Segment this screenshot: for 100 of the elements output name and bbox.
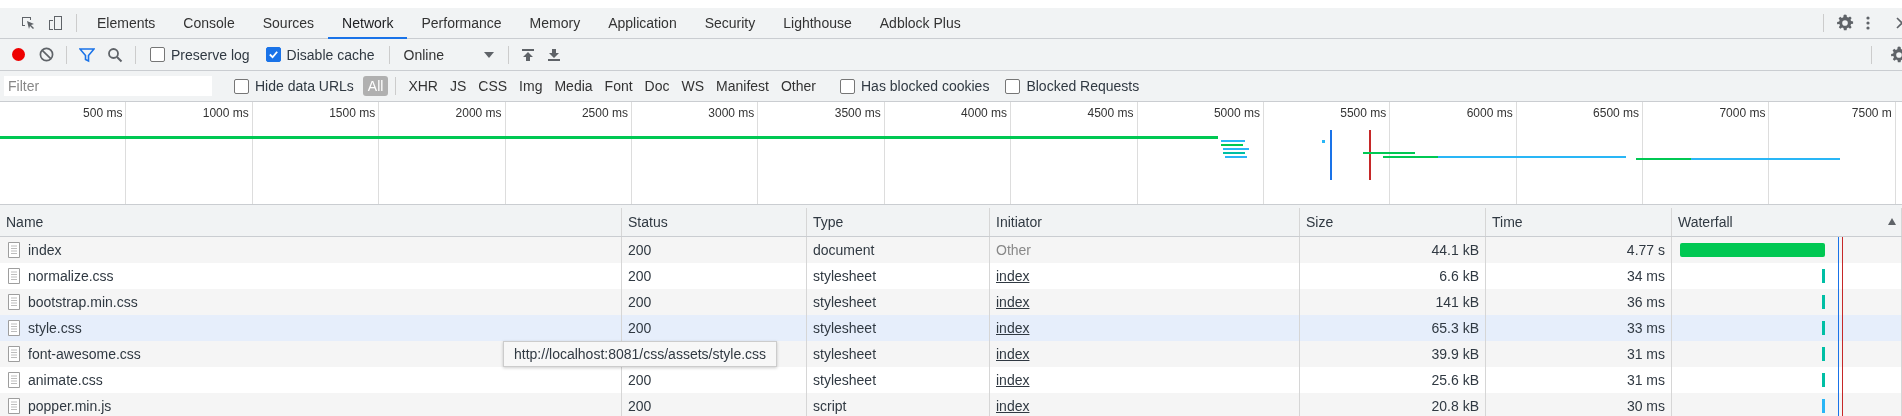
checkbox-label: Blocked Requests [1026, 78, 1140, 94]
size-value: 65.3 kB [1431, 320, 1479, 336]
checkbox[interactable] [234, 78, 249, 94]
file-icon [8, 268, 20, 284]
panel-tab[interactable]: Performance [407, 9, 516, 39]
request-row[interactable]: bootstrap.min.css 200 stylesheet index 141 kB 36 ms [0, 289, 1902, 315]
time-tick-label: 2000 ms [455, 106, 502, 120]
time-tick-label: 500 ms [83, 106, 123, 120]
initiator-link[interactable]: index [996, 320, 1030, 336]
search-icon[interactable] [107, 46, 123, 63]
time-tick-label: 1500 ms [329, 106, 376, 120]
type-filter-button[interactable]: Other [776, 76, 821, 96]
more-options-icon[interactable] [1866, 15, 1870, 31]
time-tick-label: 7000 ms [1719, 106, 1766, 120]
resource-type: stylesheet [813, 372, 877, 388]
sort-ascending-icon [1888, 218, 1896, 225]
initiator-link[interactable]: index [996, 268, 1030, 284]
resource-type: script [813, 398, 847, 414]
initiator-link[interactable]: index [996, 346, 1030, 362]
status-code: 200 [628, 268, 652, 284]
time-value: 30 ms [1626, 398, 1665, 414]
initiator-link[interactable]: index [996, 372, 1030, 388]
type-filter-button[interactable]: Img [514, 76, 548, 96]
resource-type: stylesheet [813, 320, 877, 336]
panel-tab[interactable]: Lighthouse [769, 9, 866, 39]
checkbox[interactable] [1005, 78, 1021, 94]
request-name: style.css [28, 320, 82, 336]
filter-icon[interactable] [79, 46, 95, 63]
time-tick-label: 2500 ms [581, 106, 628, 120]
settings-icon[interactable] [1890, 45, 1902, 64]
column-header[interactable]: Size [1300, 208, 1486, 236]
size-value: 25.6 kB [1431, 372, 1479, 388]
type-filter-button[interactable]: JS [444, 76, 472, 96]
time-value: 4.77 s [1626, 242, 1665, 258]
panel-tab[interactable]: Application [594, 9, 691, 39]
checkbox-label: Disable cache [286, 46, 375, 63]
time-tick-label: 5500 ms [1340, 106, 1387, 120]
device-toolbar-icon[interactable] [48, 15, 64, 31]
column-header[interactable]: Time [1486, 208, 1672, 236]
type-filter-button[interactable]: Font [599, 76, 638, 96]
request-row[interactable]: index 200 document Other 44.1 kB 4.77 s [0, 237, 1902, 263]
tooltip: http://localhost:8081/css/assets/style.css [503, 341, 778, 367]
request-row[interactable]: popper.min.js 200 script index 20.8 kB 30 ms [0, 393, 1902, 416]
resource-type: stylesheet [813, 294, 877, 310]
time-tick-label: 4000 ms [961, 106, 1008, 120]
clear-icon[interactable] [39, 47, 54, 62]
record-button[interactable] [12, 48, 25, 61]
request-name: normalize.css [28, 268, 114, 284]
size-value: 39.9 kB [1431, 346, 1479, 362]
time-value: 31 ms [1626, 372, 1665, 388]
checkbox-label: Has blocked cookies [861, 78, 990, 94]
request-name: animate.css [28, 372, 103, 388]
inspect-cursor-icon[interactable] [20, 15, 36, 31]
checkbox[interactable] [150, 47, 165, 62]
column-header[interactable]: Status [622, 208, 807, 236]
type-filter-button[interactable]: Media [549, 76, 598, 96]
panel-tab[interactable]: Security [690, 9, 770, 39]
type-filter-button[interactable]: Doc [639, 76, 675, 96]
initiator-link[interactable]: index [996, 294, 1030, 310]
download-icon[interactable] [547, 47, 561, 62]
upload-icon[interactable] [521, 47, 535, 62]
throttling-dropdown[interactable]: Online [395, 46, 502, 63]
panel-tab[interactable]: Sources [248, 9, 329, 39]
resource-type: document [813, 242, 875, 258]
filter-field[interactable]: Filter [4, 76, 212, 96]
column-header[interactable]: Type [807, 208, 990, 236]
status-code: 200 [628, 398, 652, 414]
time-tick-label: 7500 m [1851, 106, 1892, 120]
initiator-link[interactable]: index [996, 398, 1030, 414]
status-code: 200 [628, 320, 652, 336]
file-icon [8, 242, 20, 258]
file-icon [8, 320, 20, 336]
request-name: popper.min.js [28, 398, 112, 414]
status-code: 200 [628, 372, 652, 388]
size-value: 6.6 kB [1439, 268, 1479, 284]
size-value: 44.1 kB [1431, 242, 1479, 258]
time-tick-label: 1000 ms [202, 106, 249, 120]
request-row[interactable]: style.css 200 stylesheet index 65.3 kB 33 ms [0, 315, 1902, 341]
caret-icon [484, 51, 494, 58]
column-header[interactable]: Initiator [990, 208, 1300, 236]
time-tick-label: 4500 ms [1087, 106, 1134, 120]
panel-tab[interactable]: Elements [83, 9, 170, 39]
time-value: 33 ms [1626, 320, 1665, 336]
checkbox[interactable] [840, 78, 855, 94]
type-filter-button[interactable]: WS [676, 76, 710, 96]
checkbox[interactable] [265, 47, 281, 62]
file-icon [8, 346, 20, 362]
panel-tab[interactable]: Adblock Plus [865, 9, 975, 39]
type-filter-button[interactable]: XHR [403, 76, 443, 96]
panel-tab[interactable]: Memory [515, 9, 595, 39]
size-value: 20.8 kB [1431, 398, 1479, 414]
panel-tab[interactable]: Console [169, 9, 249, 39]
status-code: 200 [628, 242, 652, 258]
settings-icon[interactable] [1836, 14, 1854, 32]
type-filter-button[interactable]: Manifest [711, 76, 774, 96]
time-value: 36 ms [1626, 294, 1665, 310]
resource-type: stylesheet [813, 268, 877, 284]
type-filter-button[interactable]: CSS [473, 76, 513, 96]
request-name: bootstrap.min.css [28, 294, 138, 310]
column-header[interactable]: Name [0, 208, 622, 236]
